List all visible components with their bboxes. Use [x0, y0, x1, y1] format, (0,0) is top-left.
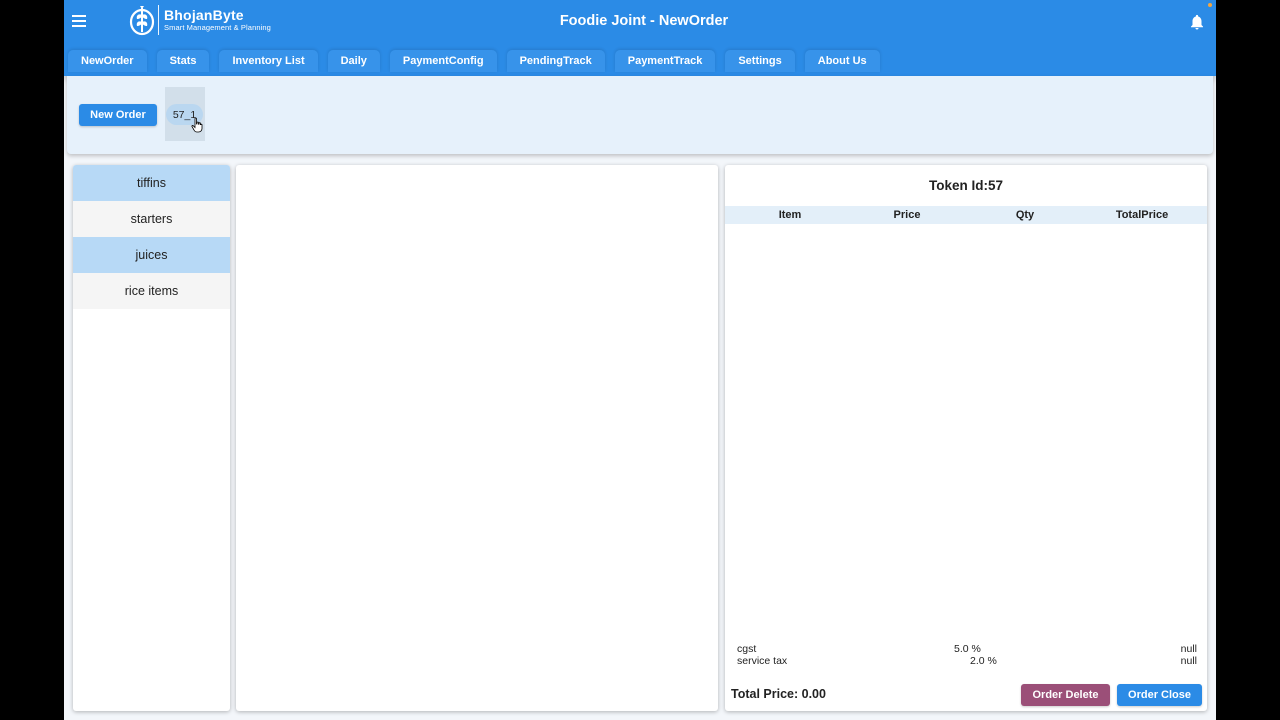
notification-dot [1208, 3, 1212, 7]
tax-rate: 2.0 % [970, 655, 997, 667]
bill-panel: Token Id:57 Item Price Qty TotalPrice cg… [725, 165, 1207, 711]
tax-row-cgst: cgst 5.0 % null [737, 643, 1197, 655]
tab-paymentconfig[interactable]: PaymentConfig [389, 50, 497, 72]
tab-paymenttrack[interactable]: PaymentTrack [614, 50, 716, 72]
bill-table-header: Item Price Qty TotalPrice [725, 206, 1207, 224]
tab-daily[interactable]: Daily [327, 50, 380, 72]
tab-pendingtrack[interactable]: PendingTrack [506, 50, 605, 72]
tax-name: service tax [737, 655, 788, 667]
order-delete-button[interactable]: Order Delete [1021, 684, 1110, 706]
column-header-item: Item [778, 209, 802, 221]
category-item-rice-items[interactable]: rice items [73, 273, 230, 309]
tax-row-service-tax: service tax 2.0 % null [737, 655, 1197, 667]
page-title: Foodie Joint - NewOrder [559, 13, 729, 29]
tax-name: cgst [737, 643, 757, 655]
tax-rate: 5.0 % [954, 643, 981, 655]
token-id-title: Token Id:57 [928, 178, 1003, 193]
tab-inventory-list[interactable]: Inventory List [219, 50, 318, 72]
category-item-starters[interactable]: starters [73, 201, 230, 237]
tab-stats[interactable]: Stats [156, 50, 210, 72]
column-header-totalprice: TotalPrice [1115, 209, 1169, 221]
notification-bell-icon[interactable] [1188, 13, 1206, 31]
tax-amount: null [1180, 655, 1197, 667]
order-close-button[interactable]: Order Close [1117, 684, 1202, 706]
tab-settings[interactable]: Settings [725, 50, 795, 72]
app-bar: BhojanByte Smart Management & Planning F… [64, 0, 1216, 76]
order-strip: New Order 57_1 [67, 76, 1213, 154]
column-header-qty: Qty [1015, 209, 1035, 221]
tab-about-us[interactable]: About Us [804, 50, 880, 72]
app-window: BhojanByte Smart Management & Planning F… [64, 0, 1216, 720]
menu-items-panel [236, 165, 718, 711]
tab-bar: NewOrder Stats Inventory List Daily Paym… [68, 50, 880, 72]
new-order-button[interactable]: New Order [79, 104, 157, 126]
category-list: tiffins starters juices rice items [73, 165, 230, 711]
category-item-tiffins[interactable]: tiffins [73, 165, 230, 201]
total-price: Total Price: 0.00 [731, 687, 826, 701]
column-header-price: Price [893, 209, 921, 221]
hand-cursor-icon [191, 117, 203, 133]
tab-neworder[interactable]: NewOrder [68, 50, 147, 72]
tax-amount: null [1180, 643, 1197, 655]
category-item-juices[interactable]: juices [73, 237, 230, 273]
